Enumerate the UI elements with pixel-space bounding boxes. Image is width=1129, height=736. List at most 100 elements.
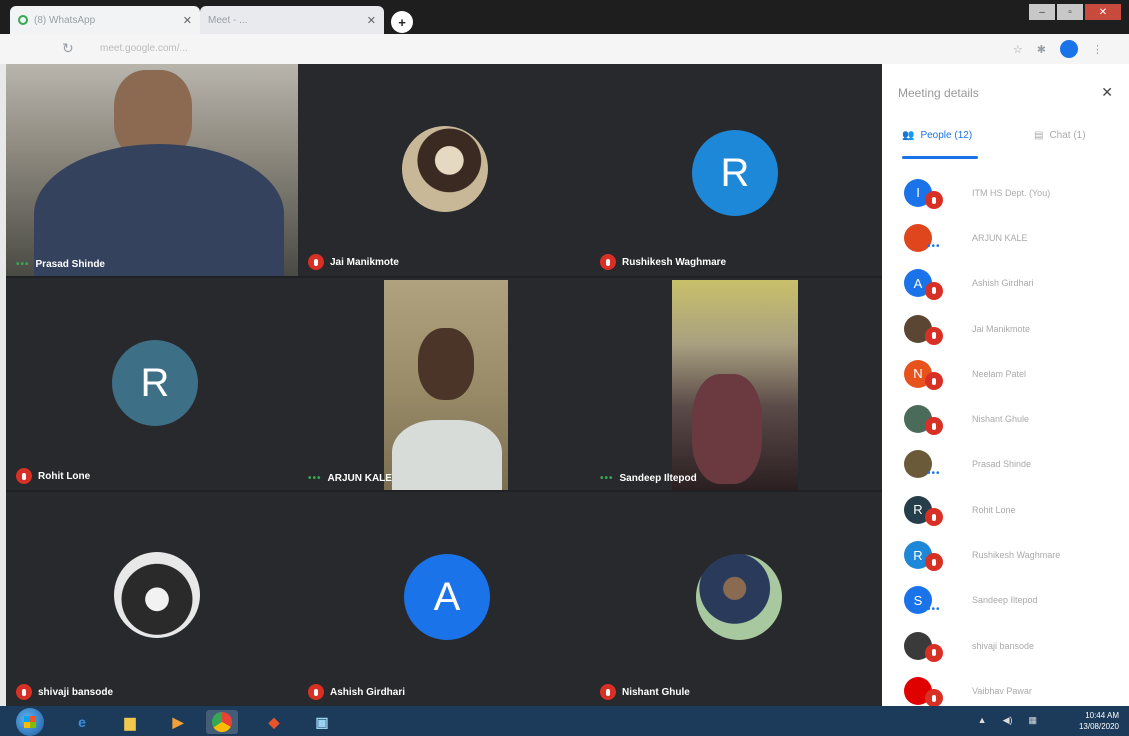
participant-name: Ashish Girdhari: [972, 278, 1034, 289]
participant-name: Sandeep Iltepod: [619, 473, 697, 484]
mic-off-icon: [925, 689, 943, 708]
tab-chat-label: Chat (1): [1049, 130, 1086, 141]
people-list-item[interactable]: Nishant Ghule: [882, 396, 1129, 441]
participant-name-tag: Rushikesh Waghmare: [600, 254, 726, 270]
participant-letter-avatar: A: [404, 554, 490, 640]
participant-name: Jai Manikmote: [330, 256, 399, 268]
toolbar-icons: ☆ ✱ ⋮: [1013, 40, 1103, 58]
participant-name: Nishant Ghule: [972, 414, 1030, 425]
participant-photo-avatar: [402, 126, 488, 212]
people-list-item[interactable]: N Neelam Patel: [882, 351, 1129, 396]
people-list-item[interactable]: Jai Manikmote: [882, 306, 1129, 351]
participant-name: shivaji bansode: [972, 640, 1035, 651]
people-list-item[interactable]: ••• Prasad Shinde: [882, 442, 1129, 487]
tab-whatsapp[interactable]: (8) WhatsApp ✕: [10, 6, 200, 34]
participant-video: [384, 280, 508, 490]
close-icon[interactable]: ✕: [183, 14, 192, 27]
mic-off-icon: [308, 254, 324, 270]
participant-name: ITM HS Dept. (You): [972, 187, 1051, 198]
participant-tile[interactable]: ••• Prasad Shinde: [6, 64, 298, 276]
network-icon[interactable]: ▦: [1028, 715, 1037, 726]
maximize-button[interactable]: ▫: [1057, 4, 1083, 20]
participant-tile[interactable]: R Rohit Lone: [6, 278, 298, 490]
clock-time: 10:44 AM: [1085, 711, 1119, 720]
speaking-indicator-icon: •••: [927, 603, 941, 615]
tab-meet[interactable]: Meet - ... ✕: [200, 6, 384, 80]
people-list: I ITM HS Dept. (You) ••• ARJUN KALE A Ashish …: [882, 170, 1129, 714]
participant-name-tag: shivaji bansode: [16, 684, 113, 700]
participant-name: Rushikesh Waghmare: [972, 550, 1061, 561]
people-list-item[interactable]: S ••• Sandeep Iltepod: [882, 578, 1129, 623]
close-icon[interactable]: ✕: [1101, 84, 1113, 101]
people-list-item[interactable]: R Rushikesh Waghmare: [882, 532, 1129, 577]
new-tab-button[interactable]: +: [391, 11, 413, 33]
url-field[interactable]: meet.google.com/...: [100, 43, 188, 54]
mic-off-icon: [925, 372, 943, 391]
participant-name: shivaji bansode: [38, 686, 114, 698]
tab-people[interactable]: 👥 People (12): [902, 130, 972, 141]
menu-icon[interactable]: ⋮: [1092, 43, 1103, 56]
chat-icon: ▤: [1034, 130, 1044, 141]
media-player-icon[interactable]: ▶: [162, 710, 194, 734]
participant-tile[interactable]: shivaji bansode: [6, 492, 298, 706]
window-close-button[interactable]: ✕: [1085, 4, 1121, 20]
participant-name: Ashish Girdhari: [330, 686, 406, 698]
speaking-indicator-icon: •••: [308, 473, 322, 484]
window-controls: – ▫ ✕: [1029, 4, 1121, 20]
mic-off-icon: [925, 643, 943, 662]
participant-name: ARJUN KALE: [972, 232, 1028, 243]
people-list-item[interactable]: ••• ARJUN KALE: [882, 215, 1129, 260]
taskbar: e ▆ ▶ ◆ ▣ ▲ ◀) ▦ 10:44 AM 13/08/2020: [0, 706, 1129, 736]
active-tab-indicator: [902, 156, 978, 159]
participant-photo-avatar: [696, 554, 782, 640]
participant-tile[interactable]: Jai Manikmote: [298, 64, 590, 276]
tray-arrow-icon[interactable]: ▲: [978, 715, 987, 726]
mic-off-icon: [925, 281, 943, 300]
people-list-item[interactable]: A Ashish Girdhari: [882, 261, 1129, 306]
mic-off-icon: [600, 254, 616, 270]
whatsapp-icon: [18, 15, 28, 25]
people-icon: 👥: [902, 130, 915, 141]
taskbar-clock[interactable]: 10:44 AM 13/08/2020: [1079, 710, 1119, 732]
folder-icon[interactable]: ▆: [114, 710, 146, 734]
meet-grid: ••• Prasad Shinde Jai Manikmote R Rushik…: [6, 64, 882, 706]
reload-icon[interactable]: ↻: [62, 40, 74, 57]
close-icon[interactable]: ✕: [367, 14, 376, 27]
meeting-details-panel: Meeting details ✕ 👥 People (12) ▤ Chat (…: [882, 64, 1129, 708]
people-list-item[interactable]: shivaji bansode: [882, 623, 1129, 668]
participant-tile[interactable]: R Rushikesh Waghmare: [590, 64, 882, 276]
participant-name-tag: Rohit Lone: [16, 468, 90, 484]
participant-tile[interactable]: A Ashish Girdhari: [298, 492, 590, 706]
participant-tile[interactable]: ••• Sandeep Iltepod: [590, 278, 882, 490]
chrome-icon[interactable]: [206, 710, 238, 734]
mic-off-icon: [16, 684, 32, 700]
participant-tile[interactable]: Nishant Ghule: [590, 492, 882, 706]
minimize-button[interactable]: –: [1029, 4, 1055, 20]
participant-name: ARJUN KALE: [327, 473, 392, 484]
mic-off-icon: [925, 191, 943, 209]
mic-off-icon: [925, 553, 943, 572]
network-app-icon[interactable]: ▣: [306, 710, 338, 734]
mic-off-icon: [308, 684, 324, 700]
tab-label: (8) WhatsApp: [34, 14, 96, 26]
participant-tile[interactable]: ••• ARJUN KALE: [298, 278, 590, 490]
participant-letter-avatar: R: [112, 340, 198, 426]
participant-name: Rohit Lone: [38, 470, 91, 482]
participant-name: Vaibhav Pawar: [972, 685, 1032, 696]
participant-name: Jai Manikmote: [972, 323, 1031, 334]
extensions-icon[interactable]: ✱: [1037, 43, 1046, 56]
address-bar: ↻ meet.google.com/... ☆ ✱ ⋮: [0, 34, 1129, 64]
speaking-indicator-icon: •••: [927, 241, 941, 253]
tab-chat[interactable]: ▤ Chat (1): [1034, 130, 1086, 141]
start-button[interactable]: [16, 708, 44, 736]
ie-icon[interactable]: e: [66, 710, 98, 734]
profile-avatar[interactable]: [1060, 40, 1078, 58]
speaking-indicator-icon: •••: [600, 473, 614, 484]
mic-off-icon: [925, 508, 943, 527]
people-list-item[interactable]: R Rohit Lone: [882, 487, 1129, 532]
star-icon[interactable]: ☆: [1013, 43, 1023, 56]
cc-icon[interactable]: ◆: [258, 710, 290, 734]
volume-icon[interactable]: ◀): [1003, 715, 1013, 726]
people-list-item[interactable]: I ITM HS Dept. (You): [882, 170, 1129, 215]
speaking-indicator-icon: •••: [927, 467, 941, 479]
